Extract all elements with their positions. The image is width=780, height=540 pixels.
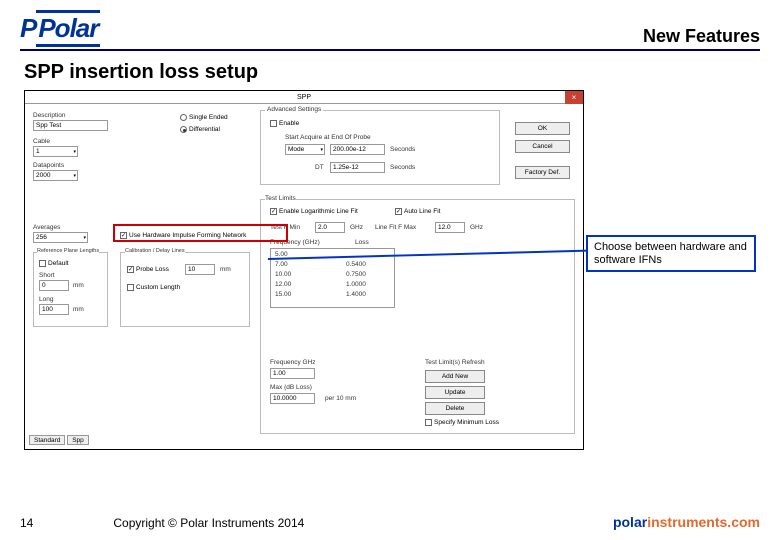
page-title: SPP insertion loss setup [24,61,760,84]
short-label: Short [39,272,55,279]
maxdb-input[interactable]: 10.0000 [270,393,315,404]
tab-spp[interactable]: Spp [67,435,89,445]
mm-label-1: mm [73,282,84,289]
single-ended-radio[interactable]: Single Ended [180,114,228,121]
ghz-label-1: GHz [350,224,363,231]
per10mm-label: per 10 mm [325,395,356,402]
factory-button[interactable]: Factory Def. [515,166,570,179]
enable-logfit-checkbox[interactable]: ✓Enable Logarithmic Line Fit [270,208,358,215]
cable-label: Cable [33,138,50,145]
short-input[interactable]: 0 [39,280,69,291]
brand-url: polarinstruments.com [613,514,760,530]
long-input[interactable]: 100 [39,304,69,315]
tabs: Standard Spp [29,435,89,445]
testfmin-input[interactable]: 2.0 [315,222,345,233]
autoline-checkbox[interactable]: ✓Auto Line Fit [395,208,441,215]
advanced-settings-label: Advanced Settings [265,106,323,113]
test-limits-label: Test Limits [265,195,296,202]
mm-label-2: mm [73,306,84,313]
cable-select[interactable]: 1 [33,146,78,157]
freqghz-label: Frequency GHz [270,359,316,366]
start-value-input[interactable]: 200.00e-12 [330,144,385,155]
linefitmax-label: Line Fit F Max [375,224,416,231]
close-button[interactable]: × [565,91,583,104]
ref-plane-label: Reference Plane Lengths [37,248,99,254]
specmin-checkbox[interactable]: Specify Minimum Loss [425,419,499,426]
page-number: 14 [20,516,33,530]
differential-radio[interactable]: Differential [180,126,220,133]
table-row: 15.00 [275,291,291,298]
linefitmax-input[interactable]: 12.0 [435,222,465,233]
mode-select[interactable]: Mode [285,144,325,155]
new-features-label: New Features [643,26,760,47]
mm-label-3: mm [220,266,231,273]
ok-button[interactable]: OK [515,122,570,135]
dialog-titlebar: SPP × [25,91,583,104]
calibration-label: Calibration / Delay Lines [125,248,185,254]
header: PPolar New Features [20,10,760,51]
averages-label: Averages [33,224,60,231]
averages-select[interactable]: 256 [33,232,88,243]
callout-box: Choose between hardware and software IFN… [586,235,756,272]
seconds-label-1: Seconds [390,146,415,153]
refresh-label: Test Limit(s) Refresh [425,359,485,366]
loss-col-header: Loss [355,239,369,246]
description-input[interactable]: Spp Test [33,120,108,131]
copyright: Copyright © Polar Instruments 2014 [113,516,304,530]
seconds-label-2: Seconds [390,164,415,171]
datapoints-label: Datapoints [33,162,64,169]
freqghz-input[interactable]: 1.00 [270,368,315,379]
table-row: 10.00 [275,271,291,278]
custom-length-checkbox[interactable]: Custom Length [127,284,180,291]
maxdb-label: Max (dB Loss) [270,384,312,391]
tab-standard[interactable]: Standard [29,435,65,445]
description-label: Description [33,112,66,119]
table-row: 7.00 [275,261,288,268]
logo: PPolar [20,10,100,47]
dt-input[interactable]: 1.25e-12 [330,162,385,173]
addnew-button[interactable]: Add New [425,370,485,383]
table-row: 12.00 [275,281,291,288]
long-label: Long [39,296,53,303]
dt-label: DT [315,164,324,171]
probe-loss-checkbox[interactable]: ✓Probe Loss [127,266,169,273]
dialog-title: SPP [297,94,311,101]
ghz-label-2: GHz [470,224,483,231]
enable-checkbox[interactable]: Enable [270,120,299,127]
default-checkbox[interactable]: Default [39,260,69,267]
calib-input[interactable]: 10 [185,264,215,275]
start-acquire-label: Start Acquire at End Of Probe [285,134,371,141]
red-highlight [113,224,288,242]
spp-dialog: SPP × Description Spp Test Cable 1 Datap… [24,90,584,450]
update-button[interactable]: Update [425,386,485,399]
delete-button[interactable]: Delete [425,402,485,415]
datapoints-select[interactable]: 2000 [33,170,78,181]
cancel-button[interactable]: Cancel [515,140,570,153]
